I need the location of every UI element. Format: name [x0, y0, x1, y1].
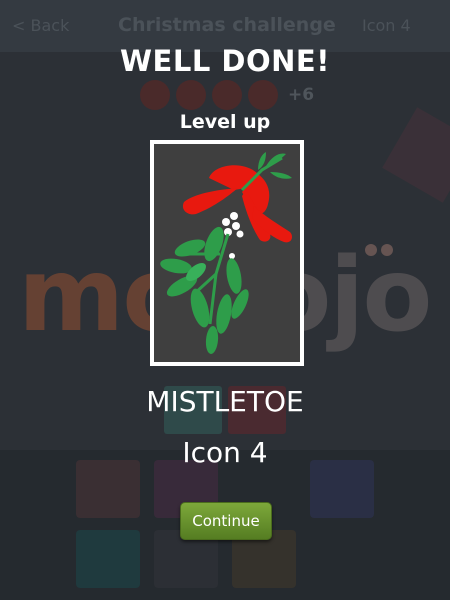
watermark-dot: [381, 244, 393, 256]
answer-name: MISTLETOE: [146, 385, 304, 418]
screen-title: Christmas challenge: [118, 14, 336, 36]
coin-icon: [176, 80, 206, 110]
mistletoe-icon: [150, 140, 304, 366]
bonus-count: +6: [288, 85, 315, 105]
level-name: Icon 4: [182, 436, 268, 469]
coin-icon: [248, 80, 278, 110]
continue-button[interactable]: Continue: [180, 502, 272, 540]
back-button[interactable]: < Back: [12, 16, 69, 35]
hint-coins: +6: [140, 80, 314, 110]
letter-key: [76, 530, 140, 588]
watermark-dot: [365, 244, 377, 256]
well-done-headline: WELL DONE!: [120, 44, 330, 78]
coin-icon: [212, 80, 242, 110]
level-up-subtitle: Level up: [179, 111, 271, 133]
level-label: Icon 4: [362, 16, 411, 35]
watermark-dots: [365, 244, 393, 256]
coin-icon: [140, 80, 170, 110]
